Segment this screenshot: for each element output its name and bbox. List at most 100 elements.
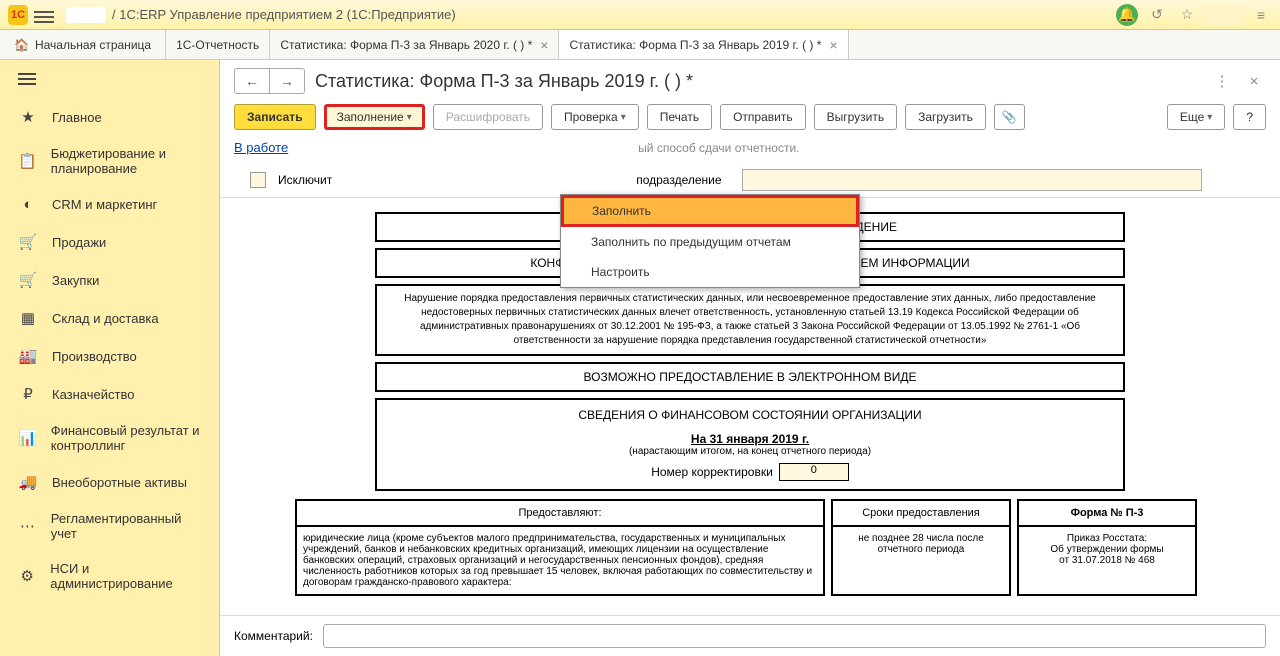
favorites-icon[interactable]: ☆: [1176, 4, 1198, 26]
sidebar-item-label: Регламентированный учет: [51, 511, 201, 541]
cart-icon: 🛒: [18, 233, 38, 251]
sidebar-item-admin[interactable]: ⚙ НСИ и администрирование: [0, 551, 219, 601]
main-menu-icon[interactable]: [34, 8, 54, 22]
ruble-icon: ₽: [18, 385, 38, 403]
sidebar-item-warehouse[interactable]: ▦ Склад и доставка: [0, 299, 219, 337]
tab-stat-2020[interactable]: Статистика: Форма П-3 за Январь 2020 г. …: [270, 30, 559, 59]
sidebar-item-treasury[interactable]: ₽ Казначейство: [0, 375, 219, 413]
sidebar-item-label: Склад и доставка: [52, 311, 159, 326]
nav-forward-button[interactable]: →: [270, 68, 305, 94]
table-header-provide: Предоставляют:: [295, 499, 825, 527]
sidebar-item-label: CRM и маркетинг: [52, 197, 157, 212]
send-button[interactable]: Отправить: [720, 104, 806, 130]
close-icon[interactable]: ×: [829, 37, 837, 53]
history-icon[interactable]: ↺: [1146, 4, 1168, 26]
sidebar-item-assets[interactable]: 🚚Внеоборотные активы: [0, 463, 219, 501]
fill-dropdown-button[interactable]: Заполнение: [324, 104, 425, 130]
table-cell-form: Приказ Росстата: Об утверждении формы от…: [1017, 527, 1197, 596]
comment-label: Комментарий:: [234, 629, 313, 643]
sidebar-item-label: Главное: [52, 110, 102, 125]
doc-sub: (нарастающим итогом, на конец отчетного …: [385, 446, 1115, 457]
doc-info-box: СВЕДЕНИЯ О ФИНАНСОВОМ СОСТОЯНИИ ОРГАНИЗА…: [375, 398, 1125, 491]
order-number: от 31.07.2018 № 468: [1025, 555, 1189, 566]
nav-back-button[interactable]: ←: [234, 68, 270, 94]
table-cell-deadline: не позднее 28 числа после отчетного пери…: [831, 527, 1011, 596]
sidebar-item-main[interactable]: ★ Главное: [0, 98, 219, 136]
toolbar: Записать Заполнение Расшифровать Проверк…: [220, 98, 1280, 136]
sidebar-item-label: Казначейство: [52, 387, 134, 402]
app-logo-icon: 1C: [8, 5, 28, 25]
window-title: / 1С:ERP Управление предприятием 2 (1С:П…: [112, 7, 1116, 22]
sidebar-toggle-icon[interactable]: [0, 60, 219, 98]
search-field-collapsed[interactable]: [66, 7, 106, 23]
content-area: ← → Статистика: Форма П-3 за Январь 2019…: [220, 60, 1280, 656]
sidebar-item-label: Внеоборотные активы: [52, 475, 187, 490]
dd-setup[interactable]: Настроить: [561, 257, 859, 287]
exclude-label-partial: Исключит: [278, 173, 332, 187]
tab-stat-2019[interactable]: Статистика: Форма П-3 за Январь 2019 г. …: [559, 30, 848, 59]
pie-icon: ◐: [18, 196, 38, 213]
dd-fill[interactable]: Заполнить: [561, 195, 859, 227]
subdivision-label: подразделение: [636, 173, 721, 187]
sidebar-item-budget[interactable]: 📋 Бюджетирование и планирование: [0, 136, 219, 186]
sidebar-item-label: Продажи: [52, 235, 106, 250]
decode-button[interactable]: Расшифровать: [433, 104, 543, 130]
help-button[interactable]: ?: [1233, 104, 1266, 130]
tab-label: Статистика: Форма П-3 за Январь 2019 г. …: [569, 38, 821, 52]
user-badge[interactable]: [1206, 4, 1242, 26]
order-label: Приказ Росстата:: [1025, 533, 1189, 544]
save-button[interactable]: Записать: [234, 104, 316, 130]
sidebar-item-purchase[interactable]: 🛒Закупки: [0, 261, 219, 299]
print-button[interactable]: Печать: [647, 104, 712, 130]
korr-field[interactable]: 0: [779, 463, 849, 481]
tree-icon: ⋯: [18, 517, 37, 535]
sidebar-item-label: Бюджетирование и планирование: [51, 146, 201, 176]
nav-sidebar: ★Главное 📋Бюджетирование и планирование …: [0, 60, 220, 656]
sidebar-item-accounting[interactable]: ⋯ Регламентированный учет: [0, 501, 219, 551]
sidebar-item-crm[interactable]: ◐ CRM и маркетинг: [0, 186, 219, 223]
tabs-bar: 🏠 Начальная страница 1С-Отчетность Стати…: [0, 30, 1280, 60]
more-vert-icon[interactable]: ⋮: [1210, 69, 1234, 93]
more-button[interactable]: Еще: [1167, 104, 1225, 130]
korr-label: Номер корректировки: [651, 465, 773, 479]
tab-home-label: Начальная страница: [35, 38, 151, 52]
sidebar-item-label: НСИ и администрирование: [50, 561, 201, 591]
sidebar-item-label: Финансовый результат и контроллинг: [51, 423, 201, 453]
comment-input[interactable]: [323, 624, 1266, 648]
clipboard-icon: 📋: [18, 152, 37, 170]
status-link[interactable]: В работе: [234, 140, 288, 155]
import-button[interactable]: Загрузить: [905, 104, 986, 130]
doc-heading-4: СВЕДЕНИЯ О ФИНАНСОВОМ СОСТОЯНИИ ОРГАНИЗА…: [385, 408, 1115, 422]
doc-date: На 31 января 2019 г.: [385, 432, 1115, 446]
table-header-deadline: Сроки предоставления: [831, 499, 1011, 527]
table-cell-provide: юридические лица (кроме субъектов малого…: [295, 527, 825, 596]
order-title: Об утверждении формы: [1025, 544, 1189, 555]
attach-button[interactable]: 📎: [994, 104, 1025, 130]
subdivision-field[interactable]: [742, 169, 1202, 191]
cart-icon: 🛒: [18, 271, 38, 289]
sidebar-item-sales[interactable]: 🛒 Продажи: [0, 223, 219, 261]
dd-fill-prev[interactable]: Заполнить по предыдущим отчетам: [561, 227, 859, 257]
star-icon: ★: [18, 108, 38, 126]
notifications-icon[interactable]: 🔔: [1116, 4, 1138, 26]
titlebar: 1C / 1С:ERP Управление предприятием 2 (1…: [0, 0, 1280, 30]
exclude-checkbox[interactable]: [250, 172, 266, 188]
table-header-form: Форма № П-3: [1017, 499, 1197, 527]
close-icon[interactable]: ×: [1242, 69, 1266, 93]
sidebar-item-finresult[interactable]: 📊 Финансовый результат и контроллинг: [0, 413, 219, 463]
gear-icon: ⚙: [18, 567, 36, 585]
tab-reporting[interactable]: 1С-Отчетность: [166, 30, 270, 59]
menu-icon[interactable]: ≡: [1250, 4, 1272, 26]
tab-home[interactable]: 🏠 Начальная страница: [0, 30, 166, 59]
export-button[interactable]: Выгрузить: [814, 104, 898, 130]
boxes-icon: ▦: [18, 309, 38, 327]
check-dropdown-button[interactable]: Проверка: [551, 104, 639, 130]
home-icon: 🏠: [14, 38, 29, 52]
sidebar-item-production[interactable]: 🏭Производство: [0, 337, 219, 375]
fill-dropdown-menu: Заполнить Заполнить по предыдущим отчета…: [560, 194, 860, 288]
doc-heading-3: ВОЗМОЖНО ПРЕДОСТАВЛЕНИЕ В ЭЛЕКТРОННОМ ВИ…: [375, 362, 1125, 392]
chart-icon: 📊: [18, 429, 37, 447]
status-text: ый способ сдачи отчетности.: [638, 141, 799, 155]
sidebar-item-label: Производство: [52, 349, 137, 364]
close-icon[interactable]: ×: [540, 37, 548, 53]
